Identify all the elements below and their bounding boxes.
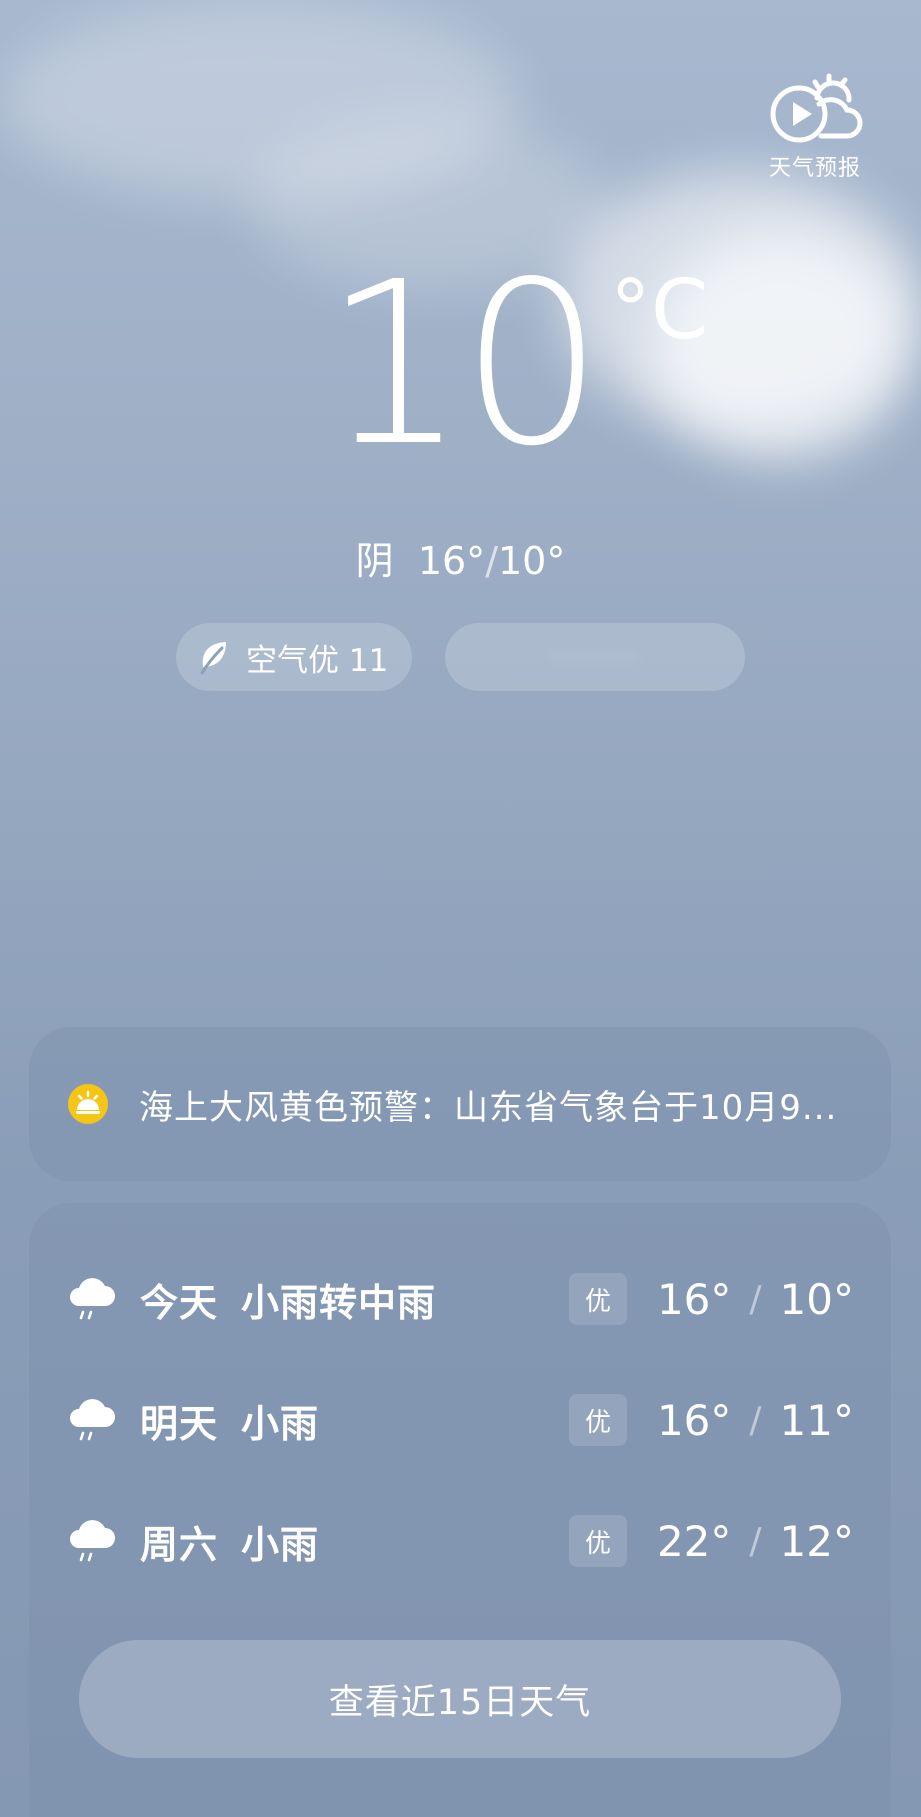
temp-separator: /	[749, 1520, 762, 1562]
forecast-high: 16°	[656, 1395, 732, 1445]
current-condition: 阴	[355, 539, 394, 583]
forecast-condition: 小雨	[241, 1401, 320, 1446]
blurred-info-chip[interactable]: ········	[445, 623, 745, 691]
forecast-video-icon	[770, 73, 863, 143]
forecast-row-today[interactable]: 今天 小雨转中雨 优 16° / 10°	[29, 1259, 891, 1339]
current-temperature-block: 10	[0, 250, 921, 480]
forecast-day: 周六	[140, 1522, 219, 1567]
forecast-day: 明天	[140, 1401, 219, 1446]
forecast-low: 10°	[779, 1274, 854, 1324]
forecast-temps: 16° / 11°	[657, 1396, 854, 1445]
alert-sun-icon	[68, 1084, 108, 1124]
air-quality-text: 空气优 11	[246, 642, 389, 679]
air-quality-chip[interactable]: 空气优 11	[176, 623, 412, 691]
view-15-day-label: 查看近15日天气	[328, 1682, 592, 1723]
rain-cloud-icon	[70, 1399, 115, 1441]
forecast-day: 今天	[140, 1280, 219, 1325]
air-quality-badge: 优	[569, 1394, 627, 1446]
forecast-label: 天气预报	[768, 156, 861, 181]
forecast-low: 11°	[779, 1395, 854, 1445]
forecast-condition: 小雨	[241, 1522, 320, 1567]
forecast-condition: 小雨转中雨	[241, 1280, 437, 1325]
leaf-icon	[200, 642, 226, 675]
temperature-unit: °C	[610, 263, 709, 358]
weather-alert-card[interactable]: 海上大风黄色预警：山东省气象台于10月9...	[29, 1027, 891, 1181]
air-quality-badge: 优	[569, 1515, 627, 1567]
temp-separator: /	[749, 1399, 762, 1441]
today-low: 10°	[498, 539, 566, 583]
weather-forecast-video-button[interactable]: 天气预报	[760, 70, 870, 182]
forecast-row-saturday[interactable]: 周六 小雨 优 22° / 12°	[29, 1501, 891, 1581]
daily-forecast-card: 今天 小雨转中雨 优 16° / 10° 明天 小雨 优 16° / 11° 周六 小雨…	[29, 1203, 891, 1817]
rain-cloud-icon	[70, 1520, 115, 1562]
forecast-row-tomorrow[interactable]: 明天 小雨 优 16° / 11°	[29, 1380, 891, 1460]
view-15-day-forecast-button[interactable]: 查看近15日天气	[79, 1640, 841, 1758]
air-quality-badge: 优	[569, 1273, 627, 1325]
forecast-low: 12°	[779, 1516, 854, 1566]
alert-text: 海上大风黄色预警：山东省气象台于10月9...	[139, 1087, 838, 1128]
temp-separator: /	[485, 539, 498, 583]
blurred-chip-text: ········	[547, 639, 643, 675]
forecast-high: 22°	[656, 1516, 732, 1566]
today-summary: 阴 16°/10°	[0, 530, 921, 585]
rain-cloud-icon	[70, 1278, 115, 1320]
today-high: 16°	[417, 539, 486, 583]
current-temperature: 10	[323, 234, 603, 496]
forecast-temps: 16° / 10°	[657, 1275, 854, 1324]
forecast-high: 16°	[656, 1274, 732, 1324]
temp-separator: /	[749, 1278, 762, 1320]
forecast-temps: 22° / 12°	[657, 1517, 854, 1566]
